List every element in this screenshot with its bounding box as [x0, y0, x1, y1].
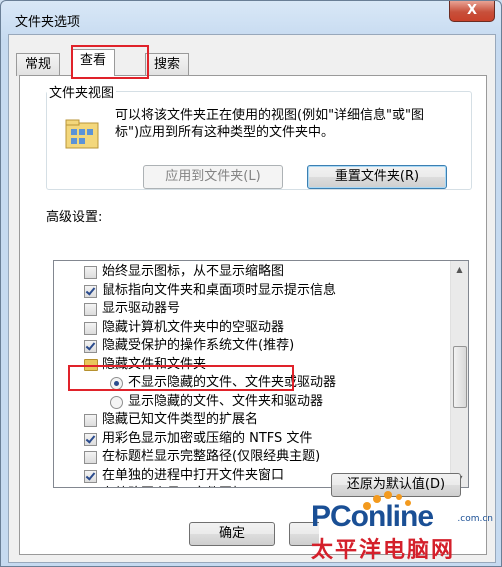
list-item-label: 隐藏计算机文件夹中的空驱动器 [102, 319, 285, 335]
reset-folders-button[interactable]: 重置文件夹(R) [307, 165, 447, 189]
checkbox[interactable] [84, 284, 97, 298]
tab-highlight-box [71, 45, 149, 79]
tab-general[interactable]: 常规 [16, 53, 61, 76]
window-title: 文件夹选项 [15, 15, 81, 30]
close-icon: X [466, 3, 478, 18]
folder-views-group: 文件夹视图 可以将该文件夹正在使用的视图(例如"详细信息"或"图标")应用到所有… [46, 82, 472, 190]
checkbox[interactable] [84, 451, 97, 464]
close-button[interactable]: X [449, 1, 495, 22]
checkbox[interactable] [84, 432, 97, 446]
folder-views-description: 可以将该文件夹正在使用的视图(例如"详细信息"或"图标")应用到所有这种类型的文… [115, 108, 425, 140]
list-item-label: 始终显示图标，从不显示缩略图 [102, 264, 285, 279]
logo-domain: .com.cn [457, 514, 493, 524]
scroll-thumb[interactable] [453, 346, 467, 408]
checkbox[interactable] [84, 469, 97, 483]
dialog-body: 常规 查看 搜索 文件夹视图 可以将该文件夹正在使用的视图(例如"详细信息"或"… [8, 34, 496, 563]
scroll-up-icon[interactable]: ▲ [451, 261, 468, 278]
radio-button[interactable] [110, 395, 123, 409]
checkbox[interactable] [84, 303, 97, 316]
checkbox[interactable] [84, 340, 97, 353]
advanced-settings-label: 高级设置: [46, 210, 103, 225]
apply-to-folders-button[interactable]: 应用到文件夹(L) [143, 165, 283, 189]
list-item-label: 隐藏已知文件类型的扩展名 [102, 412, 259, 427]
checkbox[interactable] [84, 321, 97, 335]
folder-view-icon [65, 119, 99, 149]
list-item-label: 鼠标指向文件夹和桌面项时显示提示信息 [102, 282, 337, 298]
list-item-label: 在缩略图上显示文件图标 [102, 485, 245, 487]
logo-brand: PConline [311, 500, 434, 533]
folder-options-window: 文件夹选项 X 常规 查看 搜索 文件夹视图 可以将该文件夹正在使用的视图(例如… [0, 0, 502, 567]
list-item-label: 显示隐藏的文件、文件夹和驱动器 [128, 393, 324, 409]
list-scrollbar[interactable]: ▲ ▼ [450, 261, 468, 487]
checkbox[interactable] [84, 414, 97, 427]
logo-cn-name: 太平洋电脑网 [311, 538, 456, 563]
extension-highlight-box [68, 365, 294, 391]
tab-search[interactable]: 搜索 [145, 53, 190, 76]
list-item-label: 用彩色显示加密或压缩的 NTFS 文件 [102, 430, 313, 446]
checkbox[interactable] [84, 266, 97, 279]
folder-views-legend: 文件夹视图 [49, 86, 115, 101]
list-item-label: 在标题栏显示完整路径(仅限经典主题) [102, 449, 321, 464]
pconline-watermark: PConline .com.cn 太平洋电脑网 [311, 491, 495, 563]
ok-button[interactable]: 确定 [189, 522, 275, 546]
list-item-label: 显示驱动器号 [102, 301, 181, 316]
list-item-label: 隐藏受保护的操作系统文件(推荐) [102, 338, 295, 353]
list-item-label: 在单独的进程中打开文件夹窗口 [102, 467, 285, 483]
